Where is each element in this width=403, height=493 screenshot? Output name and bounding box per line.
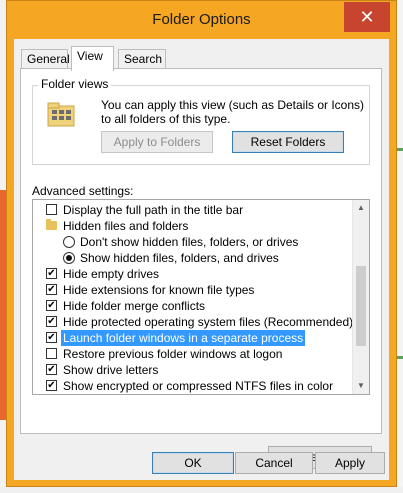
radio-button[interactable] [63, 236, 75, 248]
desktop-background-marker [397, 148, 403, 151]
close-icon: ✕ [359, 7, 375, 27]
view-tab-panel: Folder views You can apply this view (su… [20, 68, 382, 469]
list-scrollbar[interactable]: ▲ ▼ [352, 200, 369, 394]
list-item[interactable]: ✔ Hide empty drives [33, 266, 353, 282]
tab-view[interactable]: View [71, 46, 114, 71]
title-bar[interactable]: Folder Options ✕ [7, 1, 396, 39]
folder-views-description: You can apply this view (such as Details… [101, 98, 365, 126]
desktop-background-bottom [0, 487, 403, 493]
apply-button[interactable]: Apply [315, 452, 385, 474]
scrollbar-thumb[interactable] [356, 266, 366, 346]
checkbox-checked-icon[interactable]: ✔ [46, 332, 57, 343]
list-item[interactable]: ✔ Hide folder merge conflicts [33, 298, 353, 314]
list-item[interactable]: Don't show hidden files, folders, or dri… [33, 234, 353, 250]
list-item[interactable]: ✔ Hide extensions for known file types [33, 282, 353, 298]
checkbox[interactable] [46, 348, 57, 359]
list-item[interactable]: ✔ Hide protected operating system files … [33, 314, 353, 330]
checkbox-checked-icon[interactable]: ✔ [46, 300, 57, 311]
folder-icon [46, 219, 57, 230]
checkbox[interactable] [46, 204, 57, 215]
apply-to-folders-button[interactable]: Apply to Folders [101, 131, 213, 153]
checkbox-checked-icon[interactable]: ✔ [46, 364, 57, 375]
advanced-settings-label: Advanced settings: [32, 184, 134, 198]
tab-general[interactable]: General [21, 49, 70, 69]
window-title: Folder Options [152, 11, 251, 28]
scroll-down-icon[interactable]: ▼ [353, 378, 369, 394]
tab-search[interactable]: Search [118, 49, 166, 69]
reset-folders-button[interactable]: Reset Folders [232, 131, 344, 153]
scroll-up-icon[interactable]: ▲ [353, 200, 369, 216]
list-item[interactable]: Show hidden files, folders, and drives [33, 250, 353, 266]
folder-options-dialog: Folder Options ✕ General View Search Fol… [6, 0, 397, 487]
desktop-background-right [397, 0, 403, 493]
list-item[interactable]: ✔ Show drive letters [33, 362, 353, 378]
checkbox-checked-icon[interactable]: ✔ [46, 380, 57, 391]
list-item-selected[interactable]: ✔ Launch folder windows in a separate pr… [33, 330, 353, 346]
list-item: Hidden files and folders [33, 218, 353, 234]
checkbox-checked-icon[interactable]: ✔ [46, 316, 57, 327]
dialog-client-area: General View Search Folder views You can… [14, 39, 389, 480]
folder-views-label: Folder views [38, 77, 112, 91]
radio-button[interactable] [63, 252, 75, 264]
list-item[interactable]: Restore previous folder windows at logon [33, 346, 353, 362]
close-button[interactable]: ✕ [344, 2, 390, 32]
list-item[interactable]: Display the full path in the title bar [33, 202, 353, 218]
folder-views-group: Folder views You can apply this view (su… [32, 77, 370, 165]
cancel-button[interactable]: Cancel [235, 452, 313, 474]
folder-views-icon [47, 102, 75, 127]
checkbox-checked-icon[interactable]: ✔ [46, 268, 57, 279]
desktop-background-marker [397, 356, 403, 359]
ok-button[interactable]: OK [152, 452, 234, 474]
checkbox-checked-icon[interactable]: ✔ [46, 284, 57, 295]
advanced-settings-list[interactable]: Display the full path in the title bar H… [32, 199, 370, 395]
list-item[interactable]: ✔ Show encrypted or compressed NTFS file… [33, 378, 353, 394]
